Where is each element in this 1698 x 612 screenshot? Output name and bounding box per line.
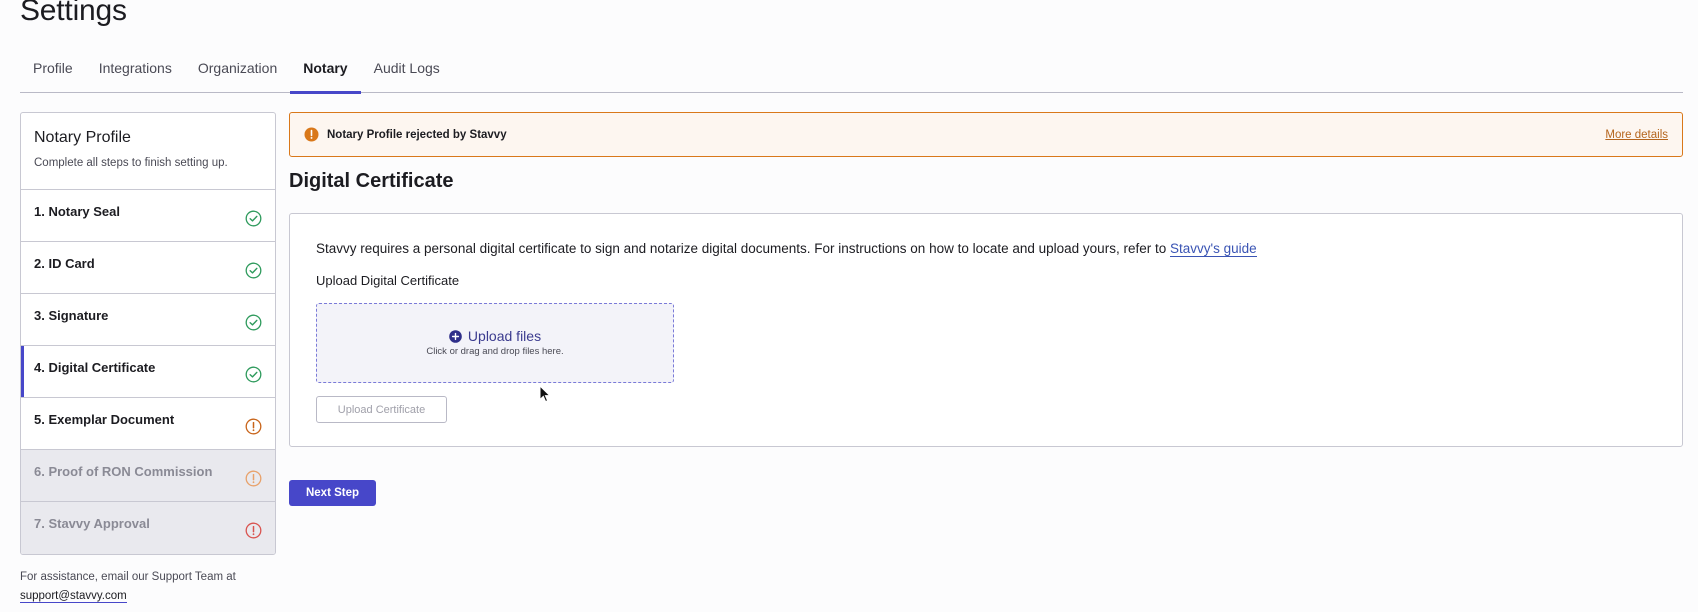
alert-circle-icon (245, 418, 262, 435)
step-stavvy-approval: 7. Stavvy Approval (21, 502, 275, 554)
step-label: 2. ID Card (34, 256, 95, 271)
step-label: 6. Proof of RON Commission (34, 464, 213, 479)
sidebar-header: Notary Profile Complete all steps to fin… (21, 113, 275, 190)
digital-certificate-card: Stavvy requires a personal digital certi… (289, 213, 1683, 447)
sidebar-title: Notary Profile (34, 129, 131, 146)
step-exemplar-document[interactable]: 5. Exemplar Document (21, 398, 275, 450)
assistance-text: For assistance, email our Support Team a… (20, 571, 236, 583)
step-digital-certificate[interactable]: 4. Digital Certificate (21, 346, 275, 398)
step-label: 5. Exemplar Document (34, 412, 175, 427)
step-label: 7. Stavvy Approval (34, 516, 150, 531)
alert-message: Notary Profile rejected by Stavvy (327, 128, 507, 141)
tab-notary[interactable]: Notary (290, 52, 361, 94)
step-label: 1. Notary Seal (34, 204, 120, 219)
stavvy-guide-link[interactable]: Stavvy's guide (1169, 241, 1257, 257)
dropzone-title: Upload files (467, 328, 542, 344)
upload-label: Upload Digital Certificate (316, 273, 460, 288)
next-step-button[interactable]: Next Step (289, 480, 376, 506)
step-notary-seal[interactable]: 1. Notary Seal (21, 190, 275, 242)
check-circle-icon (245, 210, 262, 227)
plus-circle-icon (449, 329, 462, 343)
dropzone-title-row: Upload files (317, 328, 673, 344)
file-dropzone[interactable]: Upload files Click or drag and drop file… (316, 303, 674, 383)
step-proof-of-ron-commission: 6. Proof of RON Commission (21, 450, 275, 502)
check-circle-icon (245, 314, 262, 331)
tab-integrations[interactable]: Integrations (86, 52, 185, 93)
alert-circle-icon (245, 522, 262, 539)
page-title: Settings (20, 0, 127, 27)
step-id-card[interactable]: 2. ID Card (21, 242, 275, 294)
certificate-description: Stavvy requires a personal digital certi… (316, 241, 1257, 257)
tab-profile[interactable]: Profile (20, 52, 86, 93)
description-text: Stavvy requires a personal digital certi… (316, 241, 1167, 256)
check-circle-icon (245, 262, 262, 279)
sidebar-subtitle: Complete all steps to finish setting up. (34, 157, 228, 169)
section-title: Digital Certificate (289, 170, 454, 192)
dropzone-hint: Click or drag and drop files here. (426, 346, 564, 357)
step-label: 3. Signature (34, 308, 109, 323)
tab-organization[interactable]: Organization (185, 52, 290, 93)
assistance-note: For assistance, email our Support Team a… (20, 568, 236, 606)
support-email-link[interactable]: support@stavvy.com (20, 590, 127, 603)
upload-certificate-button[interactable]: Upload Certificate (316, 396, 447, 423)
rejection-alert: Notary Profile rejected by Stavvy More d… (289, 112, 1683, 157)
settings-page: Settings Profile Integrations Organizati… (0, 0, 1698, 612)
alert-circle-icon (245, 470, 262, 487)
step-signature[interactable]: 3. Signature (21, 294, 275, 346)
settings-tabs: Profile Integrations Organization Notary… (20, 52, 1683, 94)
notary-profile-sidebar: Notary Profile Complete all steps to fin… (20, 112, 276, 555)
mouse-cursor-icon (539, 385, 551, 403)
step-label: 4. Digital Certificate (34, 360, 156, 375)
exclamation-circle-icon (304, 127, 319, 142)
check-circle-icon (245, 366, 262, 383)
more-details-link[interactable]: More details (1605, 129, 1668, 141)
tab-audit-logs[interactable]: Audit Logs (361, 52, 453, 93)
